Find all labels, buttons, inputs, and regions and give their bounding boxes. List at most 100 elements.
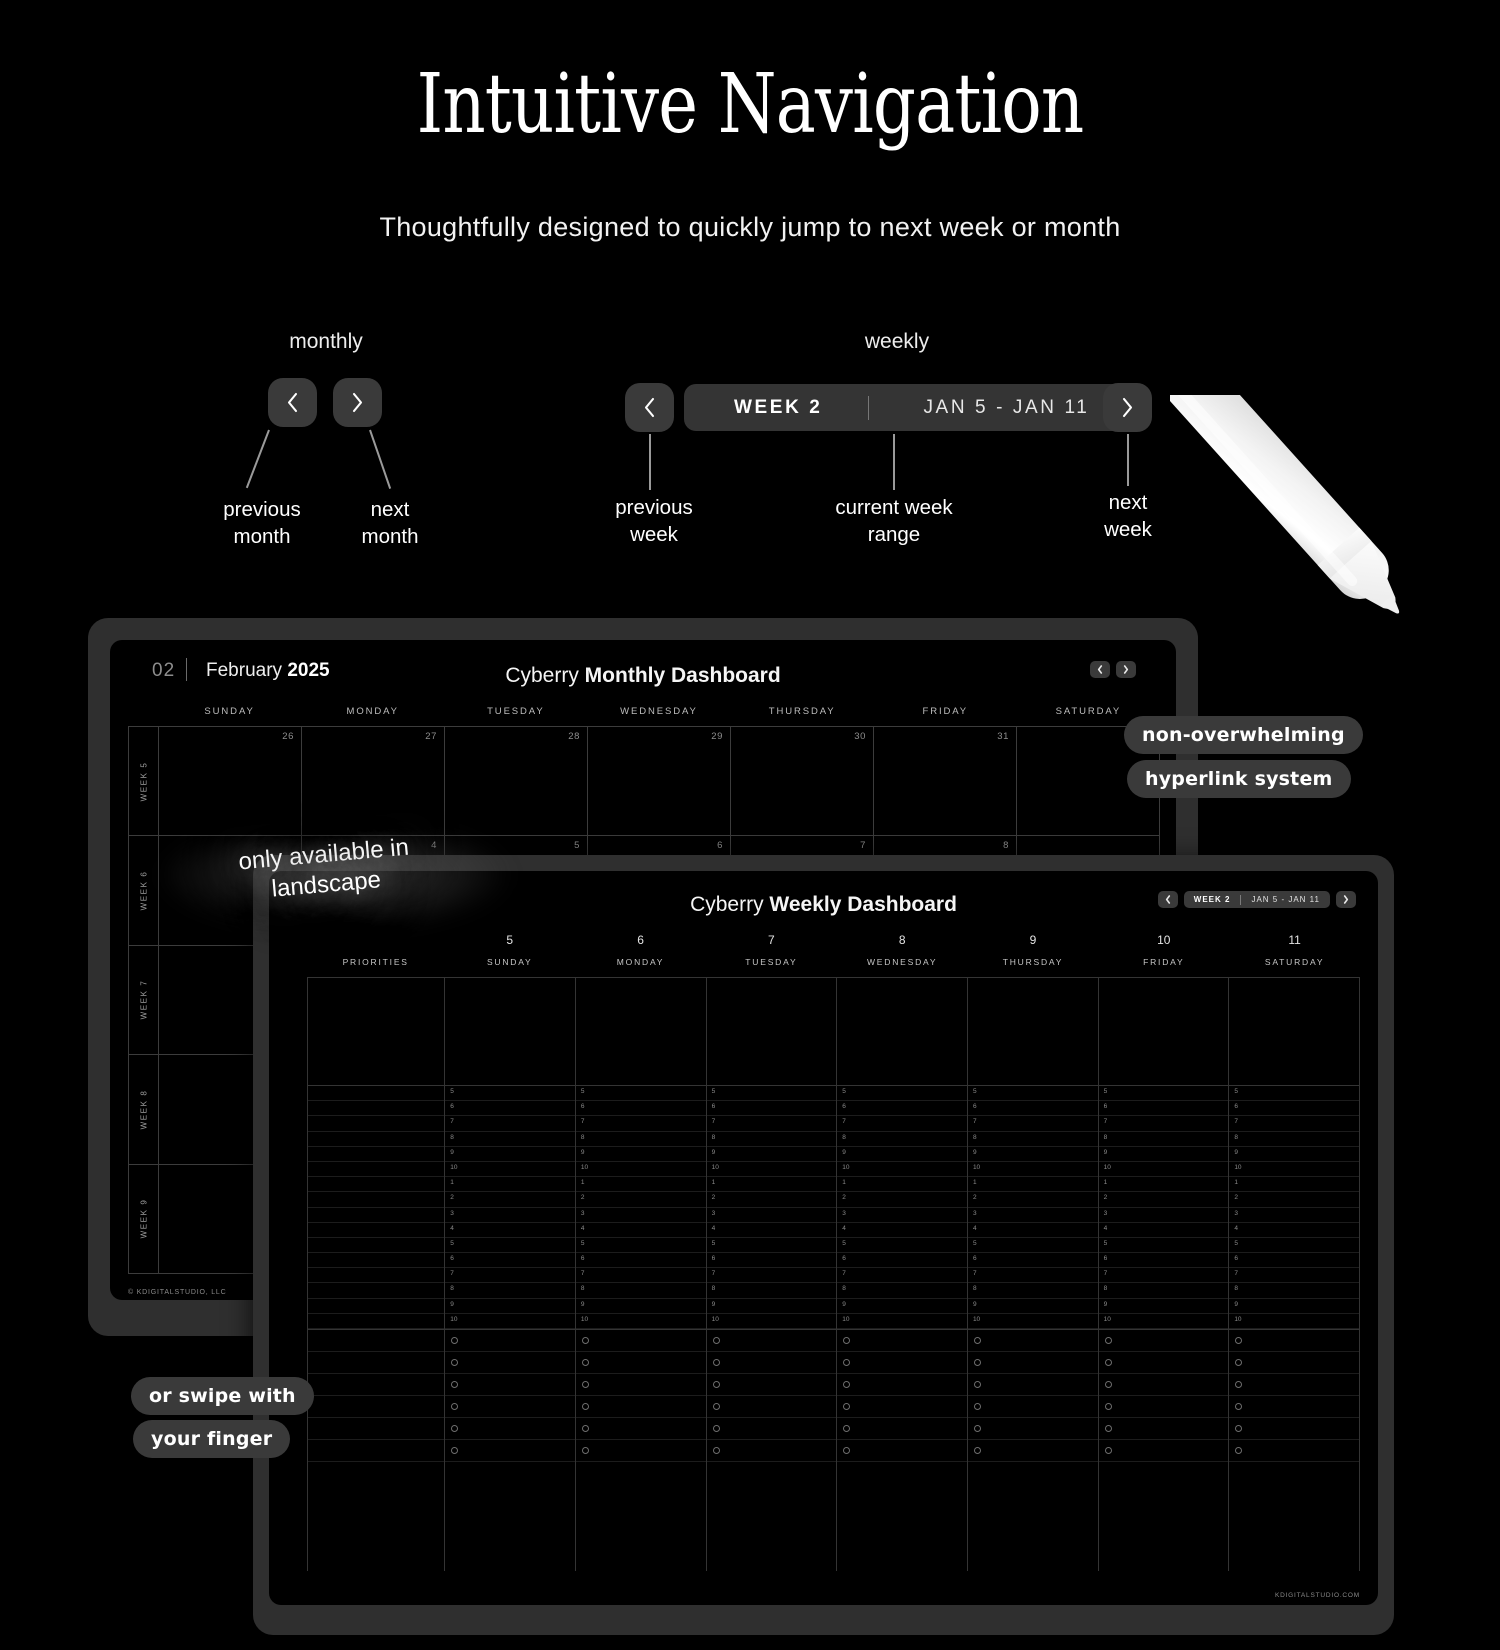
weekly-checklist-row[interactable] <box>706 1418 837 1440</box>
weekly-hour-row[interactable]: 8 <box>445 1283 575 1299</box>
weekly-hour-row[interactable]: 7 <box>1229 1268 1359 1284</box>
weekly-next-button[interactable] <box>1103 383 1152 432</box>
checkbox-circle-icon[interactable] <box>1235 1447 1243 1454</box>
weekly-hour-row[interactable] <box>308 1162 445 1178</box>
weekly-hour-row[interactable]: 3 <box>445 1208 575 1223</box>
weekly-checklist-row[interactable] <box>706 1396 837 1418</box>
weekly-hour-row[interactable]: 8 <box>706 1283 837 1299</box>
current-week-range-pill[interactable]: WEEK 2 JAN 5 - JAN 11 <box>684 384 1140 431</box>
weekly-checklist-row[interactable] <box>1229 1418 1359 1440</box>
weekly-checklist-row[interactable] <box>308 1396 445 1418</box>
weekly-checklist-row[interactable] <box>308 1352 445 1374</box>
weekly-checklist-row[interactable] <box>575 1440 706 1462</box>
weekly-top-block[interactable] <box>445 978 575 1086</box>
weekly-hour-row[interactable]: 4 <box>967 1223 1098 1238</box>
weekly-hour-row[interactable]: 6 <box>575 1101 706 1117</box>
monthly-next-button[interactable] <box>333 378 382 427</box>
monthly-screen-prev-button[interactable] <box>1090 661 1110 678</box>
weekly-checklist-row[interactable] <box>967 1352 1098 1374</box>
weekly-column-header[interactable]: 7 TUESDAY <box>706 931 837 977</box>
checkbox-circle-icon[interactable] <box>581 1425 589 1432</box>
weekly-checklist-row[interactable] <box>308 1374 445 1396</box>
weekly-hour-row[interactable]: 6 <box>445 1101 575 1117</box>
weekly-hour-row[interactable]: 4 <box>1098 1223 1229 1238</box>
weekly-hour-row[interactable]: 2 <box>1229 1192 1359 1208</box>
weekly-hour-row[interactable]: 1 <box>445 1177 575 1193</box>
checkbox-circle-icon[interactable] <box>973 1425 981 1432</box>
weekly-hour-row[interactable]: 6 <box>967 1253 1098 1269</box>
checkbox-circle-icon[interactable] <box>1235 1403 1243 1410</box>
weekly-checklist-row[interactable] <box>837 1396 967 1418</box>
weekly-screen-range-pill[interactable]: WEEK 2 JAN 5 - JAN 11 <box>1183 891 1330 908</box>
weekly-hour-row[interactable]: 3 <box>706 1208 837 1223</box>
weekly-hour-row[interactable]: 9 <box>1229 1299 1359 1314</box>
weekly-hour-row[interactable]: 8 <box>706 1132 837 1147</box>
weekly-hour-row[interactable]: 1 <box>575 1177 706 1193</box>
weekly-checklist-row[interactable] <box>967 1330 1098 1352</box>
checkbox-circle-icon[interactable] <box>1235 1381 1243 1388</box>
weekly-hour-row[interactable] <box>308 1208 445 1223</box>
weekly-hour-row[interactable]: 9 <box>706 1147 837 1162</box>
weekly-prev-button[interactable] <box>625 383 674 432</box>
checkbox-circle-icon[interactable] <box>973 1447 981 1454</box>
weekly-checklist-row[interactable] <box>575 1396 706 1418</box>
weekly-hour-row[interactable]: 7 <box>575 1268 706 1284</box>
checkbox-circle-icon[interactable] <box>451 1359 459 1366</box>
weekly-hour-row[interactable]: 6 <box>967 1101 1098 1117</box>
checkbox-circle-icon[interactable] <box>973 1403 981 1410</box>
weekly-column-header[interactable]: 5 SUNDAY <box>444 931 575 977</box>
weekly-screen-next-button[interactable] <box>1336 891 1356 908</box>
checkbox-circle-icon[interactable] <box>973 1359 981 1366</box>
checkbox-circle-icon[interactable] <box>712 1447 720 1454</box>
checkbox-circle-icon[interactable] <box>843 1447 851 1454</box>
weekly-checklist-row[interactable] <box>308 1418 445 1440</box>
weekly-hour-row[interactable]: 10 <box>967 1314 1098 1329</box>
weekly-hour-row[interactable]: 6 <box>1229 1253 1359 1269</box>
weekly-checklist-row[interactable] <box>837 1374 967 1396</box>
weekly-hour-row[interactable]: 7 <box>575 1116 706 1132</box>
weekly-checklist-row[interactable] <box>967 1440 1098 1462</box>
weekly-top-block[interactable] <box>1098 978 1229 1086</box>
weekly-hour-row[interactable]: 8 <box>837 1283 967 1299</box>
weekly-hour-row[interactable] <box>308 1132 445 1147</box>
weekly-checklist-row[interactable] <box>837 1330 967 1352</box>
checkbox-circle-icon[interactable] <box>843 1403 851 1410</box>
checkbox-circle-icon[interactable] <box>1235 1425 1243 1432</box>
weekly-hour-row[interactable]: 2 <box>837 1192 967 1208</box>
weekly-checklist-row[interactable] <box>445 1396 575 1418</box>
weekly-hour-row[interactable]: 8 <box>575 1132 706 1147</box>
weekly-hour-row[interactable] <box>308 1086 445 1102</box>
weekly-hour-row[interactable]: 1 <box>837 1177 967 1193</box>
weekly-checklist-row[interactable] <box>706 1440 837 1462</box>
checkbox-circle-icon[interactable] <box>1104 1381 1112 1388</box>
weekly-hour-row[interactable]: 7 <box>1098 1268 1229 1284</box>
weekly-checklist-row[interactable] <box>1098 1396 1229 1418</box>
weekly-hour-row[interactable]: 3 <box>1229 1208 1359 1223</box>
weekly-hour-row[interactable]: 5 <box>837 1238 967 1254</box>
weekly-hour-row[interactable]: 10 <box>1098 1314 1229 1329</box>
weekly-hour-row[interactable]: 6 <box>1098 1253 1229 1269</box>
weekly-checklist-row[interactable] <box>706 1330 837 1352</box>
checkbox-circle-icon[interactable] <box>712 1425 720 1432</box>
weekly-column-header[interactable]: 10 FRIDAY <box>1098 931 1229 977</box>
weekly-hour-row[interactable]: 7 <box>445 1116 575 1132</box>
weekly-hour-row[interactable]: 6 <box>837 1101 967 1117</box>
weekly-hour-row[interactable]: 10 <box>706 1162 837 1178</box>
weekly-hour-row[interactable]: 3 <box>1098 1208 1229 1223</box>
weekly-hour-row[interactable]: 9 <box>837 1147 967 1162</box>
weekly-hour-row[interactable] <box>308 1238 445 1254</box>
weekly-checklist-row[interactable] <box>837 1418 967 1440</box>
weekly-checklist-row[interactable] <box>445 1374 575 1396</box>
weekly-checklist-row[interactable] <box>575 1418 706 1440</box>
weekly-checklist-row[interactable] <box>1229 1352 1359 1374</box>
weekly-hour-row[interactable]: 8 <box>1229 1132 1359 1147</box>
weekly-checklist-row[interactable] <box>706 1374 837 1396</box>
weekly-hour-row[interactable]: 9 <box>1098 1299 1229 1314</box>
weekly-hour-row[interactable]: 7 <box>837 1268 967 1284</box>
checkbox-circle-icon[interactable] <box>973 1381 981 1388</box>
weekly-hour-row[interactable]: 5 <box>575 1086 706 1102</box>
weekly-hour-row[interactable] <box>308 1147 445 1162</box>
monthly-week-label-cell[interactable]: WEEK 6 <box>129 836 159 946</box>
weekly-hour-row[interactable]: 6 <box>1229 1101 1359 1117</box>
weekly-checklist-row[interactable] <box>445 1330 575 1352</box>
